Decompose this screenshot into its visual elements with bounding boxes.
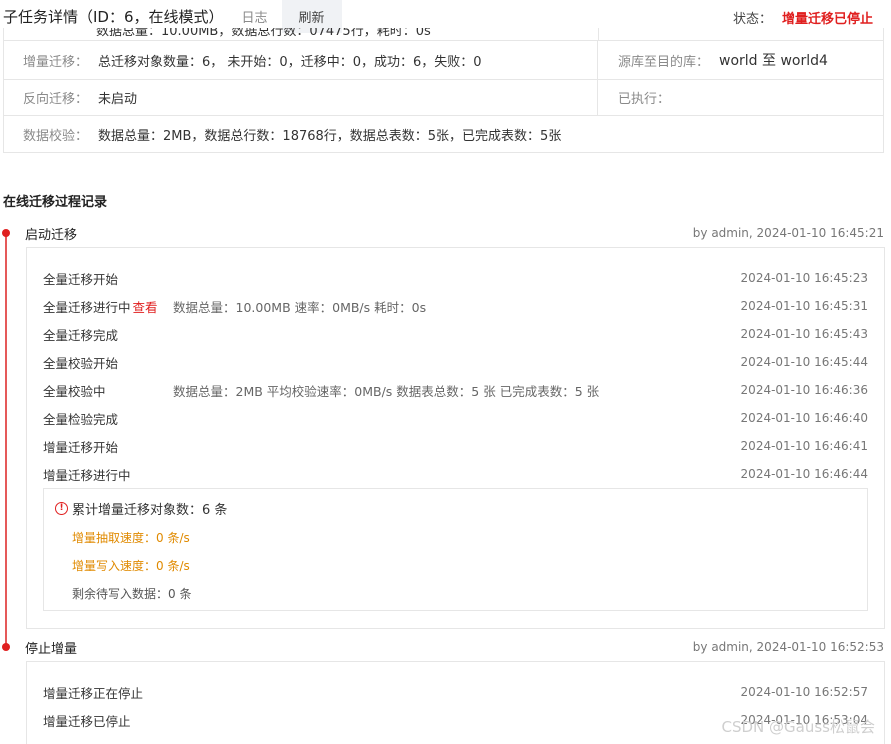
page-title: 子任务详情（ID：6，在线模式） (3, 8, 224, 26)
step-name: 全量校验开始 (43, 355, 119, 371)
step-row: 增量迁移进行中 2024-01-10 16:46:44 (43, 464, 868, 484)
clipped-info-text: 数据总量：10.00MB，数据总行数：07475行，耗时：0s (96, 28, 431, 39)
step-time: 2024-01-10 16:46:36 (740, 383, 868, 397)
timeline-dot (2, 643, 10, 651)
step-name: 增量迁移已停止 (43, 713, 131, 729)
incremental-total-text: 累计增量迁移对象数：6 条 (72, 503, 228, 518)
source-target-value: world 至 world4 (719, 53, 828, 69)
source-target-cell: 源库至目的库： world 至 world4 (598, 41, 883, 79)
timeline-dot (2, 229, 10, 237)
step-name: 全量迁移开始 (43, 271, 119, 287)
step-detail: 数据总量：10.00MB 速率：0MB/s 耗时：0s (173, 299, 427, 315)
verify-label: 数据校验： (23, 128, 89, 144)
step-row: 全量迁移进行中 查看 数据总量：10.00MB 速率：0MB/s 耗时：0s 2… (43, 296, 868, 316)
view-link[interactable]: 查看 (133, 297, 158, 316)
event-title: 启动迁移 (25, 228, 78, 243)
step-row: 增量迁移开始 2024-01-10 16:46:41 (43, 436, 868, 456)
step-row: 全量校验中 数据总量：2MB 平均校验速率：0MB/s 数据表总数：5 张 已完… (43, 380, 868, 400)
step-time: 2024-01-10 16:45:43 (740, 327, 868, 341)
executed-label: 已执行： (618, 92, 671, 107)
reverse-value: 未启动 (98, 92, 138, 107)
step-time: 2024-01-10 16:52:57 (740, 685, 868, 699)
status-badge: 增量迁移已停止 (781, 12, 873, 27)
watermark: CSDN @Gauss松鼠会 (721, 718, 876, 736)
log-link[interactable]: 日志 (242, 7, 268, 26)
step-name: 全量校验中 (43, 383, 106, 399)
step-row: 全量校验开始 2024-01-10 16:45:44 (43, 352, 868, 372)
incremental-value: 总迁移对象数量：6， 未开始：0，迁移中：0，成功：6，失败：0 (98, 54, 482, 70)
step-name: 增量迁移开始 (43, 439, 119, 455)
info-row-reverse: 反向迁移： 未启动 已执行： (4, 79, 883, 115)
section-title: 在线迁移过程记录 (3, 195, 108, 210)
event-author-time: by admin, 2024-01-10 16:52:53 (692, 640, 884, 654)
step-time: 2024-01-10 16:46:44 (740, 467, 868, 481)
step-detail: 数据总量：2MB 平均校验速率：0MB/s 数据表总数：5 张 已完成表数：5 … (173, 383, 600, 399)
info-row-verify: 数据校验： 数据总量：2MB，数据总行数：18768行，数据总表数：5张，已完成… (4, 115, 883, 152)
step-name: 全量迁移进行中 (43, 299, 131, 315)
incremental-label: 增量迁移： (23, 54, 89, 70)
write-speed: 增量写入速度：0 条/s (72, 559, 190, 573)
info-row-incremental: 增量迁移： 总迁移对象数量：6， 未开始：0，迁移中：0，成功：6，失败：0 源… (4, 40, 883, 79)
step-row: 全量迁移开始 2024-01-10 16:45:23 (43, 268, 868, 288)
step-name: 增量迁移进行中 (43, 467, 131, 483)
reverse-label: 反向迁移： (23, 92, 89, 107)
step-row: 全量迁移完成 2024-01-10 16:45:43 (43, 324, 868, 344)
step-time: 2024-01-10 16:45:44 (740, 355, 868, 369)
step-time: 2024-01-10 16:45:23 (740, 271, 868, 285)
event-author-time: by admin, 2024-01-10 16:45:21 (692, 226, 884, 240)
incremental-stats-panel: ! 累计增量迁移对象数：6 条 增量抽取速度：0 条/s 增量写入速度：0 条/… (43, 488, 868, 611)
remaining-data: 剩余待写入数据：0 条 (72, 587, 192, 601)
incremental-total: ! 累计增量迁移对象数：6 条 (55, 499, 227, 518)
step-name: 全量迁移完成 (43, 327, 119, 343)
step-name: 增量迁移正在停止 (43, 685, 144, 701)
clipped-info-row: 数据总量：10.00MB，数据总行数：07475行，耗时：0s (4, 28, 883, 40)
step-row: 增量迁移正在停止 2024-01-10 16:52:57 (43, 682, 868, 702)
executed-cell: 已执行： (598, 80, 883, 115)
step-row: 全量检验完成 2024-01-10 16:46:40 (43, 408, 868, 428)
verify-value: 数据总量：2MB，数据总行数：18768行，数据总表数：5张，已完成表数：5张 (98, 128, 562, 144)
info-circle-icon: ! (55, 502, 68, 515)
verify-cell: 数据校验： 数据总量：2MB，数据总行数：18768行，数据总表数：5张，已完成… (4, 116, 883, 152)
source-target-label: 源库至目的库： (618, 54, 710, 70)
extract-speed: 增量抽取速度：0 条/s (72, 531, 190, 545)
incremental-cell: 增量迁移： 总迁移对象数量：6， 未开始：0，迁移中：0，成功：6，失败：0 (4, 41, 598, 79)
step-time: 2024-01-10 16:46:41 (740, 439, 868, 453)
step-time: 2024-01-10 16:45:31 (740, 299, 868, 313)
event-steps-panel: 全量迁移开始 2024-01-10 16:45:23 全量迁移进行中 查看 数据… (26, 247, 885, 629)
step-time: 2024-01-10 16:46:40 (740, 411, 868, 425)
timeline-line (5, 233, 7, 647)
status-indicator: 状态： 增量迁移已停止 (733, 8, 873, 27)
step-name: 全量检验完成 (43, 411, 119, 427)
status-label: 状态： (732, 12, 772, 27)
task-info-table: 数据总量：10.00MB，数据总行数：07475行，耗时：0s 增量迁移： 总迁… (3, 28, 884, 153)
event-title: 停止增量 (25, 642, 78, 657)
reverse-cell: 反向迁移： 未启动 (4, 80, 598, 115)
